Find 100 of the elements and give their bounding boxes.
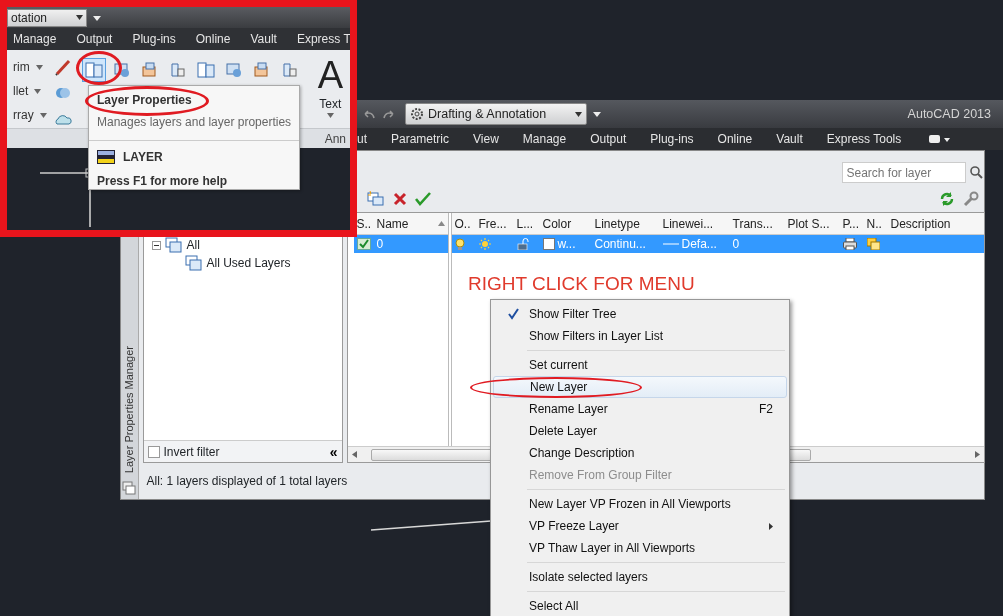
ribbon-tab[interactable]: Online — [717, 130, 753, 148]
panel-label: Ann — [324, 130, 346, 148]
ribbon-tab[interactable]: Manage — [522, 130, 567, 148]
ribbon-tab[interactable]: Plug-ins — [650, 130, 694, 148]
workspace-dropdown[interactable]: otation — [7, 8, 87, 27]
check-icon[interactable] — [414, 192, 431, 206]
column-header[interactable]: Trans... — [729, 213, 785, 234]
undo-icon[interactable] — [363, 109, 375, 119]
ribbon-tab[interactable]: Vault — [776, 130, 803, 148]
column-header[interactable]: Description — [887, 213, 984, 234]
collapse-icon[interactable] — [151, 240, 161, 250]
layer-command-icon — [97, 150, 115, 164]
sun-icon[interactable] — [478, 238, 491, 250]
ribbon-tab[interactable]: Vault — [250, 30, 277, 48]
light-bulb-icon[interactable] — [454, 237, 465, 251]
menu-item[interactable]: Rename Layer F2 — [493, 398, 787, 420]
column-header[interactable]: O.. — [451, 213, 476, 234]
column-header[interactable]: Linewei... — [659, 213, 730, 234]
collapse-button[interactable]: « — [329, 444, 338, 459]
column-header[interactable]: Fre... — [475, 213, 514, 234]
new-layer-icon[interactable] — [366, 191, 385, 207]
ribbon-tab[interactable]: Parametric — [391, 130, 450, 148]
tool-label[interactable]: rim — [13, 58, 30, 76]
pencil-icon[interactable] — [54, 58, 73, 76]
open-lock-icon[interactable] — [516, 238, 529, 250]
workspace-dropdown[interactable]: Drafting & Annotation — [405, 103, 587, 125]
ribbon-tab[interactable]: Online — [195, 30, 231, 48]
tooltip-title: Layer Properties — [97, 92, 192, 109]
tool-label[interactable]: rray — [13, 106, 34, 124]
tool-label[interactable]: Text — [319, 95, 342, 113]
menu-item[interactable]: Set current — [493, 354, 787, 376]
layers-stack-icon[interactable] — [122, 481, 137, 495]
checkbox-label[interactable]: Invert filter — [163, 442, 220, 461]
ribbon-tab[interactable]: Express T — [296, 30, 350, 48]
status-text: All: 1 layers displayed of 1 total layers — [146, 473, 348, 490]
table-cell-text: w... — [557, 236, 576, 253]
caret-icon — [35, 64, 43, 70]
window-title: AutoCAD 2013 — [907, 105, 991, 123]
caret-icon — [39, 112, 47, 118]
used-layers-filter-icon — [184, 254, 203, 272]
ribbon-tab[interactable]: View — [473, 130, 499, 148]
refresh-icon[interactable] — [938, 191, 955, 207]
filter-folder-icon — [164, 236, 183, 254]
tool-label[interactable]: llet — [13, 82, 29, 100]
menu-item[interactable]: Select All — [493, 595, 787, 616]
tooltip-description: Manages layers and layer properties — [97, 114, 291, 131]
layers-panel-icon — [85, 61, 103, 79]
dropdown-arrow-icon[interactable] — [93, 13, 101, 22]
column-header[interactable]: Color — [539, 213, 592, 234]
tree-item[interactable]: All — [186, 236, 200, 254]
lineweight-line-icon — [662, 242, 679, 246]
ribbon-tab[interactable]: Manage — [13, 30, 57, 48]
layer-state-icon — [225, 61, 243, 79]
ribbon-tab[interactable]: Output — [590, 130, 627, 148]
search-field[interactable]: Search for layer — [841, 162, 966, 183]
caret-icon — [34, 88, 42, 94]
new-viewport-freeze-icon[interactable] — [866, 238, 880, 250]
wrench-icon[interactable] — [962, 191, 979, 207]
scroll-left-icon[interactable] — [351, 451, 357, 458]
menu-item[interactable]: Change Description — [493, 442, 787, 464]
palette-title: Layer Properties Manager — [122, 345, 136, 473]
layer-tool-button[interactable] — [82, 58, 106, 82]
ribbon-tab[interactable]: Express Tools — [826, 130, 902, 148]
help-hint: Press F1 for more help — [97, 173, 229, 190]
redo-icon[interactable] — [383, 109, 395, 119]
column-header[interactable]: Linetype — [591, 213, 660, 234]
layer-match-icon — [281, 61, 299, 79]
tree-item[interactable]: All Used Layers — [206, 254, 291, 272]
sort-icon — [437, 221, 445, 226]
layer-box-icon — [141, 61, 159, 79]
menu-item[interactable]: Show Filters in Layer List — [493, 325, 787, 347]
text-tool-glyph[interactable]: A — [317, 55, 343, 95]
menu-item[interactable]: Isolate selected layers — [493, 566, 787, 588]
column-header[interactable]: Name — [373, 213, 448, 234]
scroll-right-icon[interactable] — [974, 451, 980, 458]
column-header[interactable]: N.. — [863, 213, 888, 234]
printer-icon[interactable] — [842, 238, 857, 250]
color-swatch[interactable] — [542, 238, 555, 250]
menu-item[interactable]: New Layer VP Frozen in All Viewports — [493, 493, 787, 515]
delete-icon[interactable] — [392, 192, 407, 206]
ribbon-tab[interactable]: Plug-ins — [132, 30, 176, 48]
menu-item[interactable]: VP Freeze Layer — [493, 515, 787, 537]
column-header[interactable]: Plot S... — [784, 213, 840, 234]
annotation-text: RIGHT CLICK FOR MENU — [468, 272, 695, 296]
search-icon[interactable] — [969, 166, 983, 179]
ribbon-tab[interactable]: Output — [76, 30, 113, 48]
gear-icon — [410, 107, 424, 121]
menu-item[interactable]: Delete Layer — [493, 420, 787, 442]
column-header[interactable]: L... — [513, 213, 540, 234]
column-header[interactable]: P... — [839, 213, 864, 234]
caret-icon — [575, 111, 582, 117]
checkbox[interactable] — [147, 445, 160, 458]
ribbon-tab[interactable]: ut — [357, 130, 367, 148]
column-header[interactable]: S.. — [353, 213, 374, 234]
menu-item[interactable]: Show Filter Tree — [493, 303, 787, 325]
menu-item[interactable]: VP Thaw Layer in All Viewports — [493, 537, 787, 559]
ribbon-toggle-icon[interactable] — [929, 134, 952, 144]
command-name: LAYER — [123, 149, 163, 166]
dropdown-arrow-icon[interactable] — [593, 110, 601, 118]
menu-item[interactable]: New Layer — [493, 376, 787, 398]
